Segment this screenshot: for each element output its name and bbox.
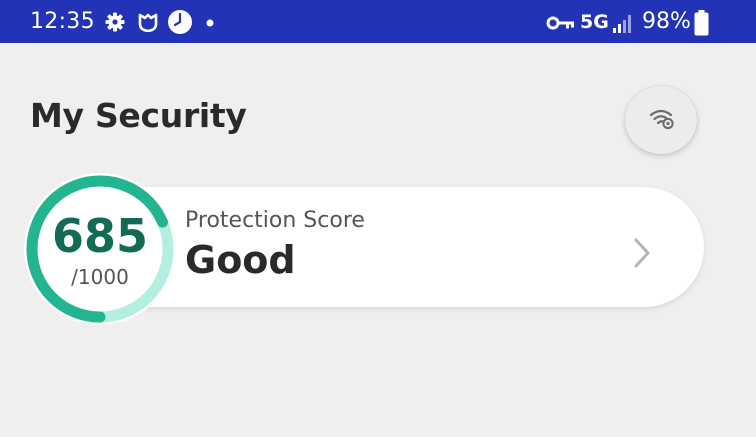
gear-icon (105, 12, 125, 32)
shield-notification-icon (138, 13, 158, 32)
wifi-security-icon (649, 109, 674, 130)
page-title: My Security (30, 96, 247, 135)
clock-icon (168, 10, 192, 34)
score-max: /1000 (71, 265, 129, 289)
protection-score-card[interactable] (90, 187, 704, 307)
score-rating: Good (185, 238, 296, 282)
status-time: 12:35 (30, 9, 95, 34)
chevron-right-icon[interactable] (632, 237, 652, 269)
wifi-security-button[interactable] (625, 86, 697, 154)
signal-icon (613, 15, 631, 33)
score-label: Protection Score (185, 208, 365, 233)
score-value: 685 (51, 209, 149, 263)
battery-percentage: 98% (642, 9, 691, 34)
status-bar: 12:35 5G 98% (0, 0, 756, 43)
key-icon (546, 16, 574, 30)
network-type: 5G (580, 11, 609, 33)
battery-icon (694, 10, 709, 36)
score-ring: 685 /1000 (24, 173, 176, 325)
dot-icon (206, 19, 214, 27)
